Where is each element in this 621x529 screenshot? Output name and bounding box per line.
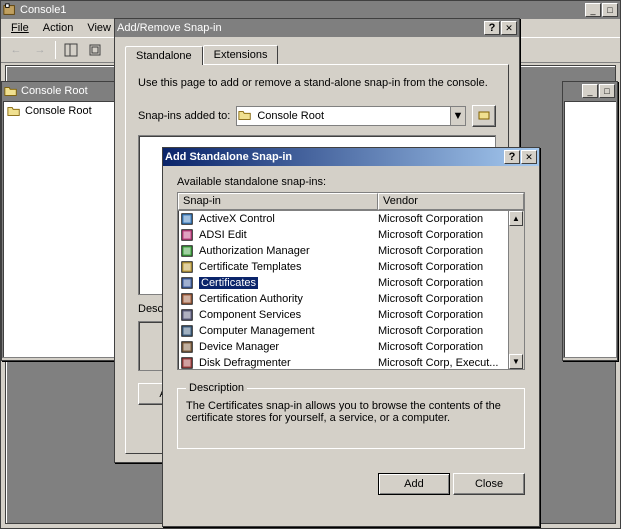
minimize-button[interactable]: _ [585,3,601,17]
add-standalone-dialog: Add Standalone Snap-in ? ✕ Available sta… [162,147,540,527]
toolbar-btn-2[interactable] [84,39,106,61]
pane-max-button[interactable]: □ [599,84,615,98]
maximize-button[interactable]: □ [602,3,618,17]
folder-icon [238,108,252,125]
close-button[interactable]: ✕ [501,21,517,35]
snapin-icon [180,308,196,322]
col-snapin[interactable]: Snap-in [178,193,378,210]
snapin-vendor: Microsoft Corporation [378,309,524,321]
list-item[interactable]: Device ManagerMicrosoft Corporation [178,339,524,355]
added-to-input[interactable] [236,106,450,126]
scroll-down-button[interactable]: ▼ [509,354,523,369]
snapin-name: Certificates [198,277,378,289]
description-group-label: Description [186,382,247,394]
snapin-vendor: Microsoft Corporation [378,325,524,337]
list-item[interactable]: Certificate TemplatesMicrosoft Corporati… [178,259,524,275]
snapin-vendor: Microsoft Corporation [378,277,524,289]
toolbar-btn-1[interactable] [60,39,82,61]
col-vendor[interactable]: Vendor [378,193,524,210]
menu-view[interactable]: View [81,21,117,35]
forward-button[interactable]: → [29,39,51,61]
help-button[interactable]: ? [484,21,500,35]
list-item[interactable]: Certification AuthorityMicrosoft Corpora… [178,291,524,307]
snapin-vendor: Microsoft Corporation [378,213,524,225]
scroll-up-button[interactable]: ▲ [509,211,523,226]
list-item[interactable]: Disk DefragmenterMicrosoft Corp, Execut.… [178,355,524,370]
menu-file[interactable]: File [5,21,35,35]
list-item[interactable]: Computer ManagementMicrosoft Corporation [178,323,524,339]
added-to-combo[interactable]: ▼ [236,106,466,126]
snapin-icon [180,340,196,354]
snapin-icon [180,356,196,370]
snapin-vendor: Microsoft Corporation [378,245,524,257]
scrollbar[interactable]: ▲ ▼ [508,211,524,369]
tab-extensions[interactable]: Extensions [203,45,279,64]
close-button[interactable]: ✕ [521,150,537,164]
back-button[interactable]: ← [5,39,27,61]
snapin-icon [180,228,196,242]
add-standalone-titlebar: Add Standalone Snap-in ? ✕ [163,148,539,166]
snapin-name: Device Manager [198,341,378,353]
close-dialog-button[interactable]: Close [453,473,525,495]
menu-action[interactable]: Action [37,21,80,35]
folder-icon [7,104,23,118]
snapins-added-label: Snap-ins added to: [138,110,230,122]
add-button[interactable]: Add [378,473,450,495]
list-item[interactable]: CertificatesMicrosoft Corporation [178,275,524,291]
available-label: Available standalone snap-ins: [177,176,525,188]
snapin-name: Disk Defragmenter [198,357,378,369]
snapin-vendor: Microsoft Corp, Execut... [378,357,524,369]
snapin-name: ActiveX Control [198,213,378,225]
pane-min-button[interactable]: _ [582,84,598,98]
snapin-vendor: Microsoft Corporation [378,293,524,305]
snapin-vendor: Microsoft Corporation [378,261,524,273]
snapin-name: Certificate Templates [198,261,378,273]
snapin-icon [180,212,196,226]
snapin-list[interactable]: Snap-in Vendor ActiveX ControlMicrosoft … [177,192,525,370]
snapin-name: Component Services [198,309,378,321]
snapin-name: Computer Management [198,325,378,337]
snapin-vendor: Microsoft Corporation [378,341,524,353]
snapin-icon [180,244,196,258]
list-item[interactable]: ADSI EditMicrosoft Corporation [178,227,524,243]
help-button[interactable]: ? [504,150,520,164]
list-item[interactable]: Authorization ManagerMicrosoft Corporati… [178,243,524,259]
snapin-icon [180,260,196,274]
console1-title: Console1 [20,4,585,16]
snapin-icon [180,324,196,338]
list-item[interactable]: Component ServicesMicrosoft Corporation [178,307,524,323]
add-remove-titlebar: Add/Remove Snap-in ? ✕ [115,19,519,37]
snapin-name: Authorization Manager [198,245,378,257]
snapin-icon [180,292,196,306]
tab-standalone[interactable]: Standalone [125,46,203,65]
list-item[interactable]: ActiveX ControlMicrosoft Corporation [178,211,524,227]
tree-root-label: Console Root [25,105,92,117]
snapin-icon [180,276,196,290]
snapin-name: ADSI Edit [198,229,378,241]
right-pane: _□ [562,81,618,361]
add-remove-title: Add/Remove Snap-in [117,22,484,34]
add-standalone-title: Add Standalone Snap-in [165,151,504,163]
console1-titlebar: Console1 _ □ [1,1,620,19]
snapin-name: Certification Authority [198,293,378,305]
browse-button[interactable] [472,105,496,127]
mmc-icon [3,3,17,17]
list-header: Snap-in Vendor [178,193,524,211]
instruction-text: Use this page to add or remove a stand-a… [138,77,496,89]
snapin-vendor: Microsoft Corporation [378,229,524,241]
folder-icon [4,84,18,98]
dropdown-button[interactable]: ▼ [450,106,466,126]
description-text: The Certificates snap-in allows you to b… [186,400,516,438]
